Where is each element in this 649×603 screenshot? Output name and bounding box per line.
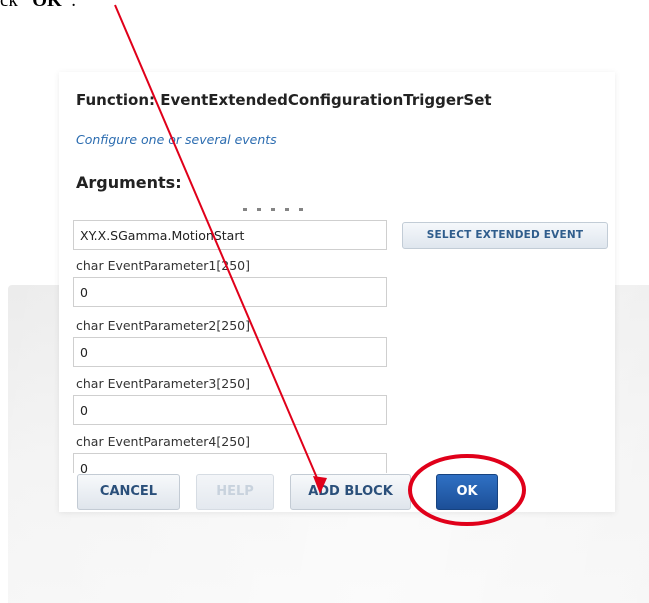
doc-text-ok-bold: “OK” xyxy=(22,0,72,11)
event-parameter1-label: char EventParameter1[250] xyxy=(76,258,250,273)
event-name-input[interactable]: XY.X.SGamma.MotionStart xyxy=(73,220,387,250)
event-parameter1-input[interactable]: 0 xyxy=(73,277,387,307)
document-text-fragment: ck “OK”. xyxy=(0,0,76,12)
doc-text-prefix: ck xyxy=(0,0,23,11)
clipped-label-fragment xyxy=(243,208,313,211)
event-parameter4-input[interactable]: 0 xyxy=(73,453,387,476)
event-parameter3-input[interactable]: 0 xyxy=(73,395,387,425)
function-title: Function: EventExtendedConfigurationTrig… xyxy=(76,91,492,109)
event-parameter4-label: char EventParameter4[250] xyxy=(76,434,250,449)
doc-text-suffix: . xyxy=(71,0,76,11)
event-parameter3-label: char EventParameter3[250] xyxy=(76,376,250,391)
add-block-button[interactable]: ADD BLOCK xyxy=(290,474,411,510)
event-parameter2-label: char EventParameter2[250] xyxy=(76,318,250,333)
function-subtitle: Configure one or several events xyxy=(76,132,277,147)
select-extended-event-button[interactable]: SELECT EXTENDED EVENT xyxy=(402,222,608,249)
event-parameter2-input[interactable]: 0 xyxy=(73,337,387,367)
arguments-heading: Arguments: xyxy=(76,173,182,192)
ok-button[interactable]: OK xyxy=(436,474,498,510)
help-button[interactable]: HELP xyxy=(196,474,274,510)
cancel-button[interactable]: CANCEL xyxy=(77,474,180,510)
